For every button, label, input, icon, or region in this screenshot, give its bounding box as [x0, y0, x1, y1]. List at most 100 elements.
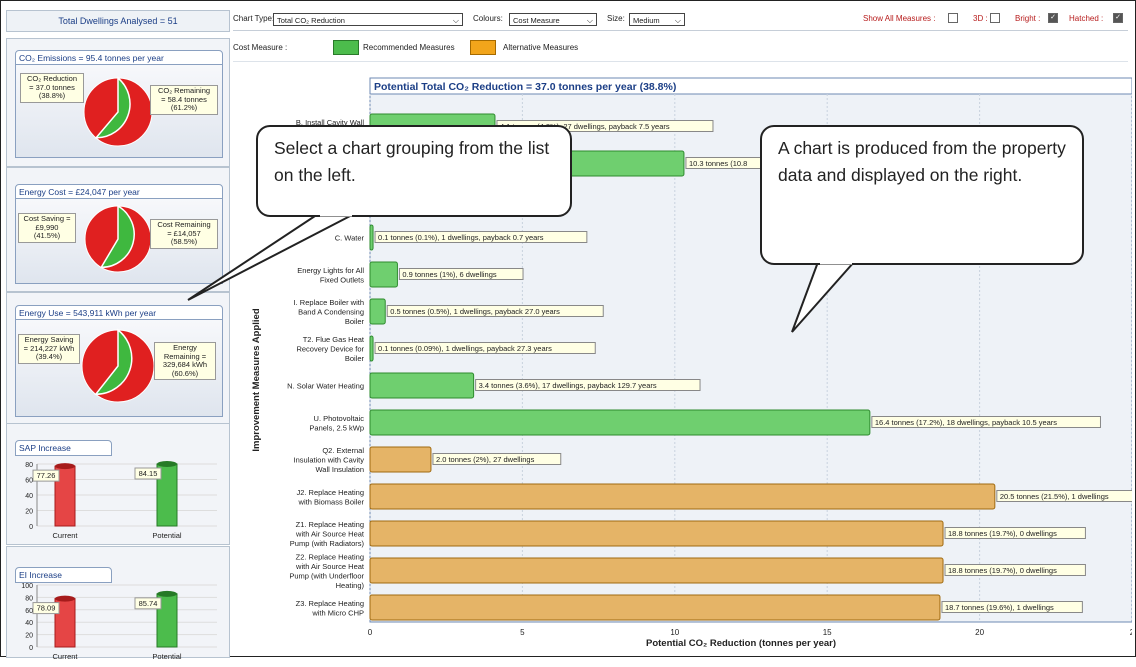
bar-category-label: Insulation with Cavity: [294, 456, 365, 465]
bar-category-label: Z2. Replace Heating: [296, 552, 364, 561]
y-axis-label: Improvement Measures Applied: [251, 308, 262, 451]
callout-right: A chart is produced from the property da…: [760, 125, 1084, 265]
energy-remaining-tag-line: (60.6%): [171, 368, 199, 378]
show-all-measures-label: Show All Measures :: [863, 14, 936, 23]
small-chart-bar-cap: [55, 595, 75, 602]
size-value: Medium: [633, 16, 660, 25]
bar-value-label: 18.8 tonnes (19.7%), 0 dwellings: [948, 566, 1057, 575]
energy-use-card[interactable]: Energy Use = 543,911 kWh per year Energy…: [6, 292, 230, 424]
small-chart-bar-cap: [55, 463, 75, 470]
x-tick-label: 15: [823, 628, 832, 637]
bar: [369, 557, 944, 584]
x-tick-label: 10: [670, 628, 679, 637]
co2-pie-panel: CO₂ Reduction = 37.0 tonnes (38.8%) CO₂ …: [15, 64, 223, 158]
bar-category-label: Pump (with Radiators): [290, 539, 365, 548]
bar-category-label: N. Solar Water Heating: [287, 382, 364, 391]
small-chart-tick-label: 20: [25, 509, 33, 516]
cost-remaining-tag: Cost Remaining = £14,057 (58.5%): [150, 219, 218, 249]
small-chart-tick-label: 100: [21, 583, 33, 590]
x-tick-label: 2: [1130, 628, 1132, 637]
small-chart-bar-cap: [157, 461, 177, 467]
energy-pie-panel: Energy Saving = 214,227 kWh (39.4%) Ener…: [15, 319, 223, 417]
small-chart-bar-cap: [157, 590, 177, 597]
chevron-down-icon: ⌵: [452, 16, 459, 25]
small-chart-value-label: 78.09: [37, 604, 56, 613]
x-tick-label: 5: [520, 628, 525, 637]
bar-category-label: I. Replace Boiler with: [294, 298, 364, 307]
bar-category-label: C. Water: [335, 234, 365, 243]
small-chart-tick-label: 40: [25, 493, 33, 500]
x-tick-label: 20: [975, 628, 984, 637]
size-label: Size:: [607, 14, 625, 23]
bright-label: Bright :: [1015, 14, 1041, 23]
small-chart-tick-label: 40: [25, 620, 33, 627]
bar-category-label: Z1. Replace Heating: [296, 520, 364, 529]
small-chart-tick-label: 60: [25, 608, 33, 615]
colours-select[interactable]: Cost Measure ⌵: [509, 13, 597, 26]
small-chart-value-label: 77.26: [37, 471, 56, 480]
colours-label: Colours:: [473, 14, 503, 23]
bar-category-label: Boiler: [345, 317, 365, 326]
bar-category-label: J2. Replace Heating: [296, 488, 364, 497]
bar-value-label: 0.1 tonnes (0.1%), 1 dwellings, payback …: [378, 233, 544, 242]
bright-checkbox[interactable]: ✓: [1048, 13, 1058, 23]
bar-value-label: 16.4 tonnes (17.2%), 18 dwellings, payba…: [875, 418, 1057, 427]
bar-category-label: with Air Source Heat: [295, 562, 365, 571]
small-chart-category-label: Current: [52, 531, 78, 540]
cost-saving-tag: Cost Saving = £9,990 (41.5%): [18, 213, 76, 243]
bar-category-label: Q2. External: [322, 446, 364, 455]
colours-value: Cost Measure: [513, 16, 560, 25]
bar: [369, 224, 374, 251]
chart-type-select[interactable]: Total CO₂ Reduction ⌵: [273, 13, 463, 26]
bar: [369, 483, 996, 510]
co2-reduction-tag-line: (38.8%): [38, 91, 66, 100]
small-chart-value-label: 85.74: [139, 599, 158, 608]
cost-saving-tag-line: (41.5%): [33, 231, 61, 240]
bar-value-label: 0.9 tonnes (1%), 6 dwellings: [402, 270, 496, 279]
bar-value-label: 10.3 tonnes (10.8: [689, 159, 747, 168]
total-dwellings: Total Dwellings Analysed = 51: [6, 10, 230, 32]
show-all-measures-checkbox[interactable]: [948, 13, 958, 23]
bar-category-label: Fixed Outlets: [320, 275, 364, 284]
chart-type-label: Chart Type:: [233, 14, 275, 23]
cost-pie: [84, 204, 152, 273]
chart-title: Potential Total CO₂ Reduction = 37.0 ton…: [374, 81, 676, 93]
bar: [369, 594, 941, 621]
bar-category-label: Pump (with Underfloor: [289, 571, 364, 580]
bar-value-label: 0.1 tonnes (0.09%), 1 dwellings, payback…: [378, 344, 552, 353]
chevron-down-icon: ⌵: [674, 16, 681, 25]
co2-emissions-card[interactable]: CO₂ Emissions = 95.4 tonnes per year CO₂…: [6, 38, 230, 167]
bar-value-label: 18.7 tonnes (19.6%), 1 dwellings: [945, 603, 1054, 612]
sap-increase-card[interactable]: SAP Increase 80 60 40 20 0 77.26 Current 84.15 P…: [6, 423, 230, 545]
bar-category-label: Band A Condensing: [298, 308, 364, 317]
small-chart-value-label: 84.15: [139, 469, 158, 478]
bar: [369, 372, 475, 399]
energy-cost-card[interactable]: Energy Cost = £24,047 per year Cost Savi…: [6, 167, 230, 292]
small-chart-tick-label: 80: [25, 595, 33, 602]
bar-category-label: Boiler: [345, 354, 365, 363]
bar-category-label: Recovery Device for: [296, 345, 364, 354]
bar-category-label: Energy Lights for All: [297, 266, 364, 275]
small-chart-tick-label: 0: [29, 524, 33, 531]
size-select[interactable]: Medium ⌵: [629, 13, 685, 26]
threed-checkbox[interactable]: [990, 13, 1000, 23]
hatched-checkbox[interactable]: ✓: [1113, 13, 1123, 23]
legend-label: Cost Measure :: [233, 43, 288, 52]
bar: [369, 446, 432, 473]
chevron-down-icon: ⌵: [586, 16, 593, 25]
energy-saving-tag: Energy Saving = 214,227 kWh (39.4%): [18, 334, 80, 364]
legend-recommended-swatch: [333, 40, 359, 55]
co2-reduction-tag: CO₂ Reduction = 37.0 tonnes (38.8%): [20, 73, 84, 103]
x-tick-label: 0: [368, 628, 373, 637]
bar: [369, 261, 398, 288]
bar-category-label: Panels, 2.5 kWp: [309, 423, 364, 432]
ei-increase-card[interactable]: EI Increase 100 80 60 40 20 0 78.09 Current 85.7…: [6, 546, 230, 661]
legend-recommended-label: Recommended Measures: [363, 43, 455, 52]
small-chart-tick-label: 20: [25, 633, 33, 640]
bar-category-label: Wall Insulation: [316, 465, 365, 474]
small-chart-tick-label: 60: [25, 478, 33, 485]
cost-remaining-tag-line: (58.5%): [170, 237, 198, 246]
co2-remaining-tag-line: (61.2%): [170, 103, 198, 112]
toolbar: Chart Type: Total CO₂ Reduction ⌵ Colour…: [233, 10, 1128, 31]
left-panel: Total Dwellings Analysed = 51 CO₂ Emissi…: [6, 10, 230, 661]
